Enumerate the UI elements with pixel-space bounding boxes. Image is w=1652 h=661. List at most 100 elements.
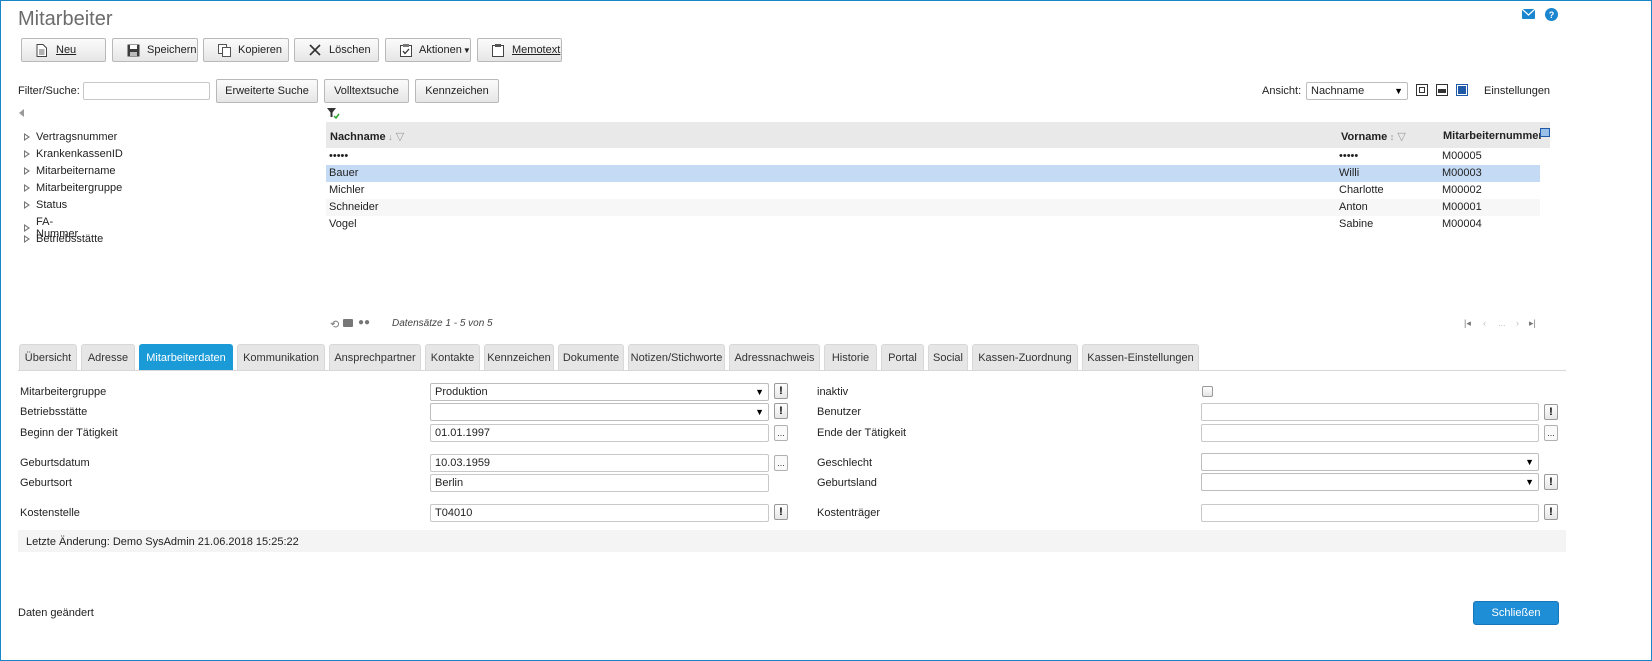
view-select[interactable]: Nachname ▼ — [1306, 82, 1408, 100]
geschlecht-select[interactable]: ▼ — [1201, 453, 1539, 471]
tab-dokumente[interactable]: Dokumente — [558, 344, 624, 370]
betriebsstaette-select[interactable]: ▼ — [430, 403, 769, 421]
layout-split-icon[interactable] — [1436, 84, 1448, 96]
table-row[interactable]: Bauer Willi M00003 — [326, 165, 1540, 182]
mail-icon[interactable] — [1522, 9, 1535, 19]
grid-filter-icon[interactable] — [327, 108, 340, 123]
geburtsort-input[interactable]: Berlin — [430, 474, 769, 492]
fulltext-search-button[interactable]: Volltextsuche — [324, 79, 409, 103]
tab-kontakte[interactable]: Kontakte — [425, 344, 480, 370]
inaktiv-checkbox[interactable] — [1202, 386, 1213, 397]
next-page-icon[interactable]: › — [1516, 318, 1519, 328]
delete-button[interactable]: Löschen — [294, 38, 379, 62]
mitarbeitergruppe-info-button[interactable]: ! — [774, 383, 788, 399]
help-icon[interactable]: ? — [1545, 8, 1558, 21]
delete-icon — [309, 43, 322, 57]
tab-portal[interactable]: Portal — [881, 344, 924, 370]
settings-link[interactable]: Einstellungen — [1484, 85, 1550, 97]
kostenstelle-info-button[interactable]: ! — [774, 504, 788, 520]
kostentraeger-info-button[interactable]: ! — [1544, 504, 1558, 520]
geburtsdatum-label: Geburtsdatum — [20, 457, 90, 469]
geburtsdatum-date-picker-button[interactable]: ... — [774, 455, 788, 471]
layout-full-icon[interactable] — [1456, 84, 1468, 96]
geburtsland-select[interactable]: ▼ — [1201, 473, 1539, 491]
ende-date-picker-button[interactable]: ... — [1544, 425, 1558, 441]
tree-item-label: Betriebsstätte — [36, 233, 104, 245]
table-row[interactable]: Vogel Sabine M00004 — [326, 216, 1540, 233]
tree-item-vertragsnummer[interactable]: Vertragsnummer — [24, 131, 117, 143]
expand-icon — [24, 235, 30, 243]
tree-item-krankenkassenid[interactable]: KrankenkassenID — [24, 148, 123, 160]
tree-item-label: Mitarbeitergruppe — [36, 182, 123, 194]
geburtsland-label: Geburtsland — [817, 477, 877, 489]
tree-item-mitarbeitername[interactable]: Mitarbeitername — [24, 165, 115, 177]
column-header-mitarbeiternummer[interactable]: Mitarbeiternummer — [1443, 130, 1543, 142]
column-header-nachname[interactable]: Nachname ↓ ▽ — [330, 130, 404, 143]
tab-adresse[interactable]: Adresse — [81, 344, 135, 370]
view-label: Ansicht: — [1262, 85, 1302, 97]
tree-item-betriebsstaette[interactable]: Betriebsstätte — [24, 233, 103, 245]
collapse-left-icon[interactable] — [19, 109, 24, 117]
tree-item-label: Status — [36, 199, 68, 211]
sort-icon[interactable]: ↓ — [386, 132, 393, 142]
tab-notizen-stichworte[interactable]: Notizen/Stichworte — [628, 344, 725, 370]
column-chooser-icon[interactable] — [1540, 128, 1550, 137]
tab-ansprechpartner[interactable]: Ansprechpartner — [329, 344, 421, 370]
print-icon[interactable] — [343, 319, 353, 327]
tree-item-mitarbeitergruppe[interactable]: Mitarbeitergruppe — [24, 182, 122, 194]
tab-kennzeichen[interactable]: Kennzeichen — [484, 344, 554, 370]
tab-historie[interactable]: Historie — [824, 344, 877, 370]
copy-button[interactable]: Kopieren — [203, 38, 289, 62]
tab-social[interactable]: Social — [928, 344, 968, 370]
extended-search-button[interactable]: Erweiterte Suche — [216, 79, 318, 103]
close-button[interactable]: Schließen — [1473, 601, 1559, 625]
tab-mitarbeiterdaten[interactable]: Mitarbeiterdaten — [139, 344, 233, 370]
mitarbeitergruppe-value: Produktion — [435, 386, 488, 398]
first-page-icon[interactable]: |◂ — [1464, 318, 1471, 329]
copy-label: Kopieren — [238, 44, 283, 56]
mitarbeitergruppe-select[interactable]: Produktion ▼ — [430, 383, 769, 401]
column-header-vorname[interactable]: Vorname ↕ ▽ — [1341, 130, 1406, 143]
cell-nummer: M00001 — [1442, 201, 1482, 213]
geburtsdatum-input[interactable]: 10.03.1959 — [430, 454, 769, 472]
geburtsland-info-button[interactable]: ! — [1544, 474, 1558, 490]
tree-item-status[interactable]: Status — [24, 199, 67, 211]
save-label: Speichern — [147, 44, 197, 56]
tab-kommunikation[interactable]: Kommunikation — [237, 344, 325, 370]
last-page-icon[interactable]: ▸| — [1529, 318, 1536, 329]
column-filter-icon[interactable]: ▽ — [1394, 131, 1405, 143]
tab-kassen-einstellungen[interactable]: Kassen-Einstellungen — [1082, 344, 1199, 370]
tab-kassen-zuordnung[interactable]: Kassen-Zuordnung — [972, 344, 1078, 370]
actions-button[interactable]: Aktionen ▼ — [385, 38, 471, 62]
refresh-icon[interactable]: ⟲ — [330, 318, 339, 331]
benutzer-input[interactable] — [1201, 403, 1539, 421]
kostentraeger-input[interactable] — [1201, 504, 1539, 522]
layout-single-icon[interactable] — [1416, 84, 1428, 96]
betriebsstaette-info-button[interactable]: ! — [774, 403, 788, 419]
kostenstelle-input[interactable]: T04010 — [430, 504, 769, 522]
columns-icon[interactable]: ●● — [358, 317, 370, 328]
cell-nachname: ••••• — [329, 150, 349, 162]
tags-button[interactable]: Kennzeichen — [415, 79, 499, 103]
table-row[interactable]: Michler Charlotte M00002 — [326, 182, 1540, 199]
memo-button[interactable]: Memotext — [477, 38, 562, 62]
column-filter-icon[interactable]: ▽ — [393, 131, 404, 143]
delete-label: Löschen — [329, 44, 371, 56]
ende-input[interactable] — [1201, 424, 1539, 442]
tab--bersicht[interactable]: Übersicht — [19, 344, 77, 370]
table-row[interactable]: Schneider Anton M00001 — [326, 199, 1540, 216]
beginn-date-picker-button[interactable]: ... — [774, 425, 788, 441]
chevron-down-icon: ▼ — [1525, 477, 1534, 487]
cell-vorname: ••••• — [1339, 150, 1359, 162]
new-document-icon — [36, 43, 49, 57]
benutzer-info-button[interactable]: ! — [1544, 404, 1558, 420]
search-input[interactable] — [83, 82, 210, 100]
tab-adressnachweis[interactable]: Adressnachweis — [729, 344, 820, 370]
prev-page-icon[interactable]: ‹ — [1483, 318, 1486, 328]
chevron-down-icon: ▼ — [755, 387, 764, 397]
save-button[interactable]: Speichern — [112, 38, 198, 62]
new-button[interactable]: Neu — [21, 38, 106, 62]
expand-icon — [24, 133, 30, 141]
table-row[interactable]: ••••• ••••• M00005 — [326, 148, 1540, 165]
beginn-input[interactable]: 01.01.1997 — [430, 424, 769, 442]
